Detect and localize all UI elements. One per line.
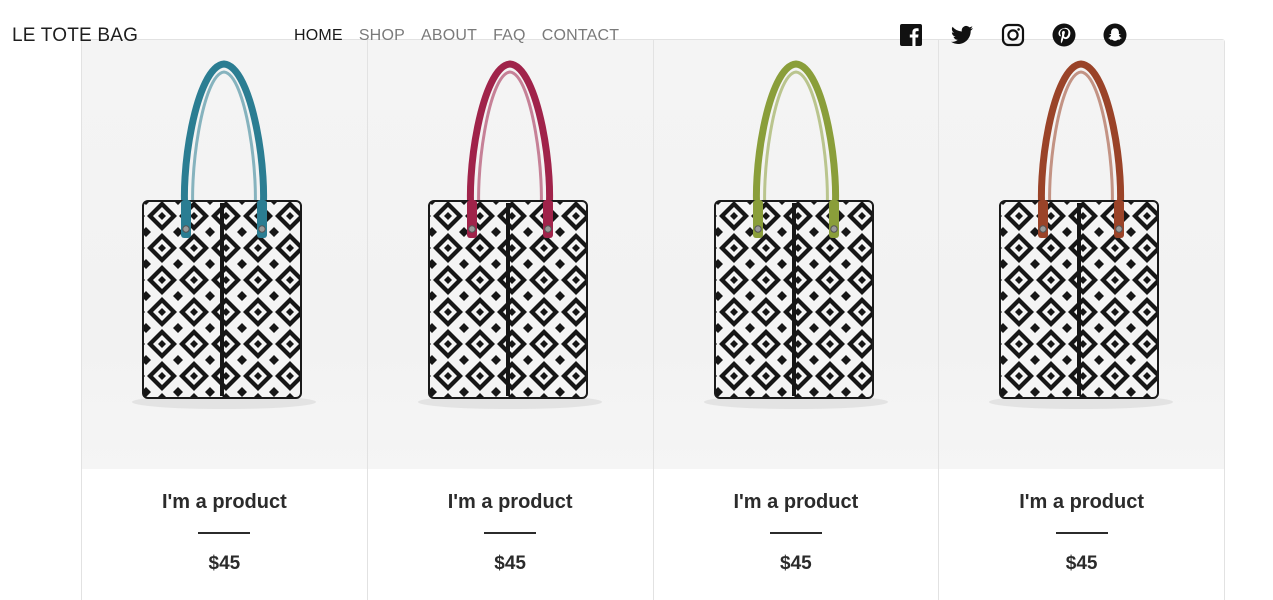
product-card[interactable]: I'm a product $45 bbox=[938, 40, 1224, 600]
product-card[interactable]: I'm a product $45 bbox=[82, 40, 367, 600]
product-grid: I'm a product $45 I'm a product $45 I'm … bbox=[81, 39, 1225, 600]
nav-shop[interactable]: SHOP bbox=[359, 27, 405, 45]
facebook-icon[interactable] bbox=[899, 23, 923, 47]
nav-contact[interactable]: CONTACT bbox=[542, 27, 620, 45]
divider bbox=[198, 532, 251, 534]
nav-home[interactable]: HOME bbox=[294, 27, 343, 45]
tote-bag-illustration bbox=[132, 60, 316, 409]
social-bar bbox=[899, 23, 1127, 47]
product-image[interactable] bbox=[82, 40, 367, 469]
twitter-icon[interactable] bbox=[950, 23, 974, 47]
main-nav: HOME SHOP ABOUT FAQ CONTACT bbox=[294, 27, 619, 45]
snapchat-icon[interactable] bbox=[1103, 23, 1127, 47]
product-card[interactable]: I'm a product $45 bbox=[366, 40, 653, 600]
product-price: $45 bbox=[1065, 553, 1098, 574]
product-image[interactable] bbox=[367, 40, 653, 469]
product-price: $45 bbox=[208, 553, 241, 574]
product-card[interactable]: I'm a product $45 bbox=[652, 40, 939, 600]
pinterest-icon[interactable] bbox=[1052, 23, 1076, 47]
product-price: $45 bbox=[780, 553, 812, 574]
nav-about[interactable]: ABOUT bbox=[421, 27, 477, 45]
tote-bag-illustration bbox=[989, 60, 1174, 409]
divider bbox=[1055, 532, 1108, 534]
product-name[interactable]: I'm a product bbox=[939, 491, 1224, 514]
tote-bag-illustration bbox=[703, 60, 888, 409]
product-image[interactable] bbox=[653, 40, 939, 469]
tote-bag-illustration bbox=[417, 60, 602, 409]
divider bbox=[769, 532, 822, 534]
instagram-icon[interactable] bbox=[1001, 23, 1025, 47]
product-price: $45 bbox=[494, 553, 526, 574]
brand-logo[interactable]: LE TOTE BAG bbox=[12, 25, 138, 47]
divider bbox=[484, 532, 537, 534]
product-name[interactable]: I'm a product bbox=[368, 491, 653, 514]
product-name[interactable]: I'm a product bbox=[654, 491, 939, 514]
product-image[interactable] bbox=[939, 40, 1224, 469]
product-name[interactable]: I'm a product bbox=[82, 491, 367, 514]
nav-faq[interactable]: FAQ bbox=[493, 27, 526, 45]
